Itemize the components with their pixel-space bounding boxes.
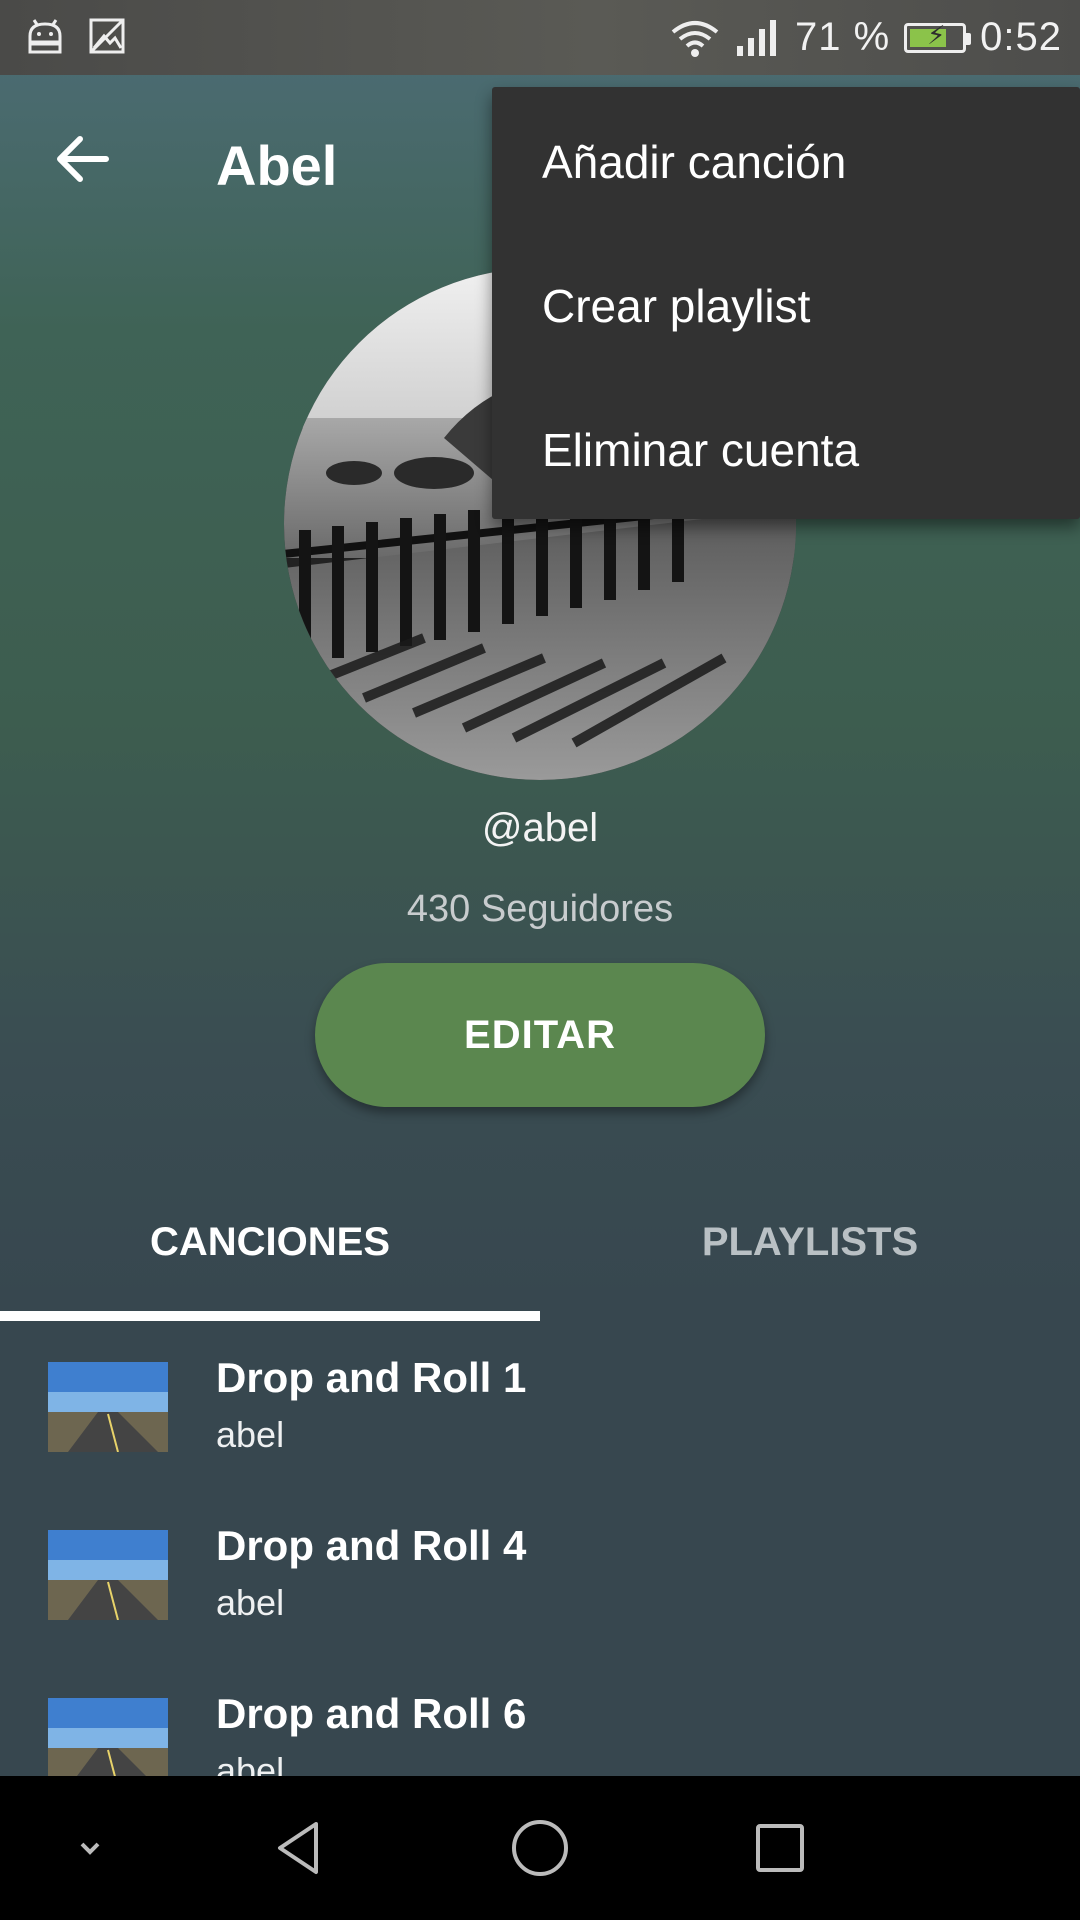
tab-canciones[interactable]: CANCIONES: [0, 1220, 540, 1265]
song-title: Drop and Roll 6: [216, 1690, 527, 1737]
recents-square-icon[interactable]: [748, 1816, 812, 1880]
profile-screen: Abel @abel 430 Seguidores EDITAR CANCION…: [0, 0, 1080, 1776]
clock: 0:52: [980, 15, 1062, 59]
navigation-bar: [0, 1776, 1080, 1920]
image-icon: [89, 18, 125, 54]
tab-bar: CANCIONES PLAYLISTS: [0, 1180, 1080, 1321]
charging-bolt-icon: ⚡: [927, 19, 946, 50]
arrow-back-icon: [57, 136, 109, 182]
song-title: Drop and Roll 4: [216, 1522, 527, 1569]
tab-indicator: [0, 1311, 540, 1321]
signal-icon: [736, 19, 776, 56]
list-item[interactable]: Drop and Roll 1 abel: [0, 1334, 1080, 1502]
android-icon: [28, 19, 62, 54]
status-bar: 71 % ⚡ 0:52: [0, 0, 1080, 75]
wifi-icon: [671, 20, 719, 57]
profile-username: @abel: [481, 806, 599, 850]
song-artist: abel: [216, 1582, 285, 1623]
list-item[interactable]: Drop and Roll 6 abel: [0, 1670, 1080, 1776]
menu-item-delete-account[interactable]: Eliminar cuenta: [542, 423, 859, 477]
song-title: Drop and Roll 1: [216, 1354, 527, 1401]
song-artist: abel: [216, 1750, 285, 1776]
page-title: Abel: [216, 134, 338, 197]
menu-item-add-song[interactable]: Añadir canción: [542, 135, 846, 189]
overflow-menu: Añadir canción Crear playlist Eliminar c…: [492, 87, 1080, 519]
list-item[interactable]: Drop and Roll 4 abel: [0, 1502, 1080, 1670]
song-thumbnail: [48, 1362, 168, 1452]
edit-button[interactable]: EDITAR: [315, 963, 765, 1107]
chevron-down-icon[interactable]: [58, 1816, 122, 1880]
home-circle-icon[interactable]: [508, 1816, 572, 1880]
tab-playlists[interactable]: PLAYLISTS: [540, 1220, 1080, 1265]
song-artist: abel: [216, 1414, 285, 1455]
followers-count: 430 Seguidores: [406, 888, 674, 930]
back-button[interactable]: [50, 127, 114, 191]
song-thumbnail: [48, 1698, 168, 1776]
menu-item-create-playlist[interactable]: Crear playlist: [542, 279, 810, 333]
back-triangle-icon[interactable]: [268, 1816, 332, 1880]
battery-percent: 71 %: [794, 15, 891, 59]
battery-charging-icon: ⚡: [904, 19, 972, 53]
song-thumbnail: [48, 1530, 168, 1620]
